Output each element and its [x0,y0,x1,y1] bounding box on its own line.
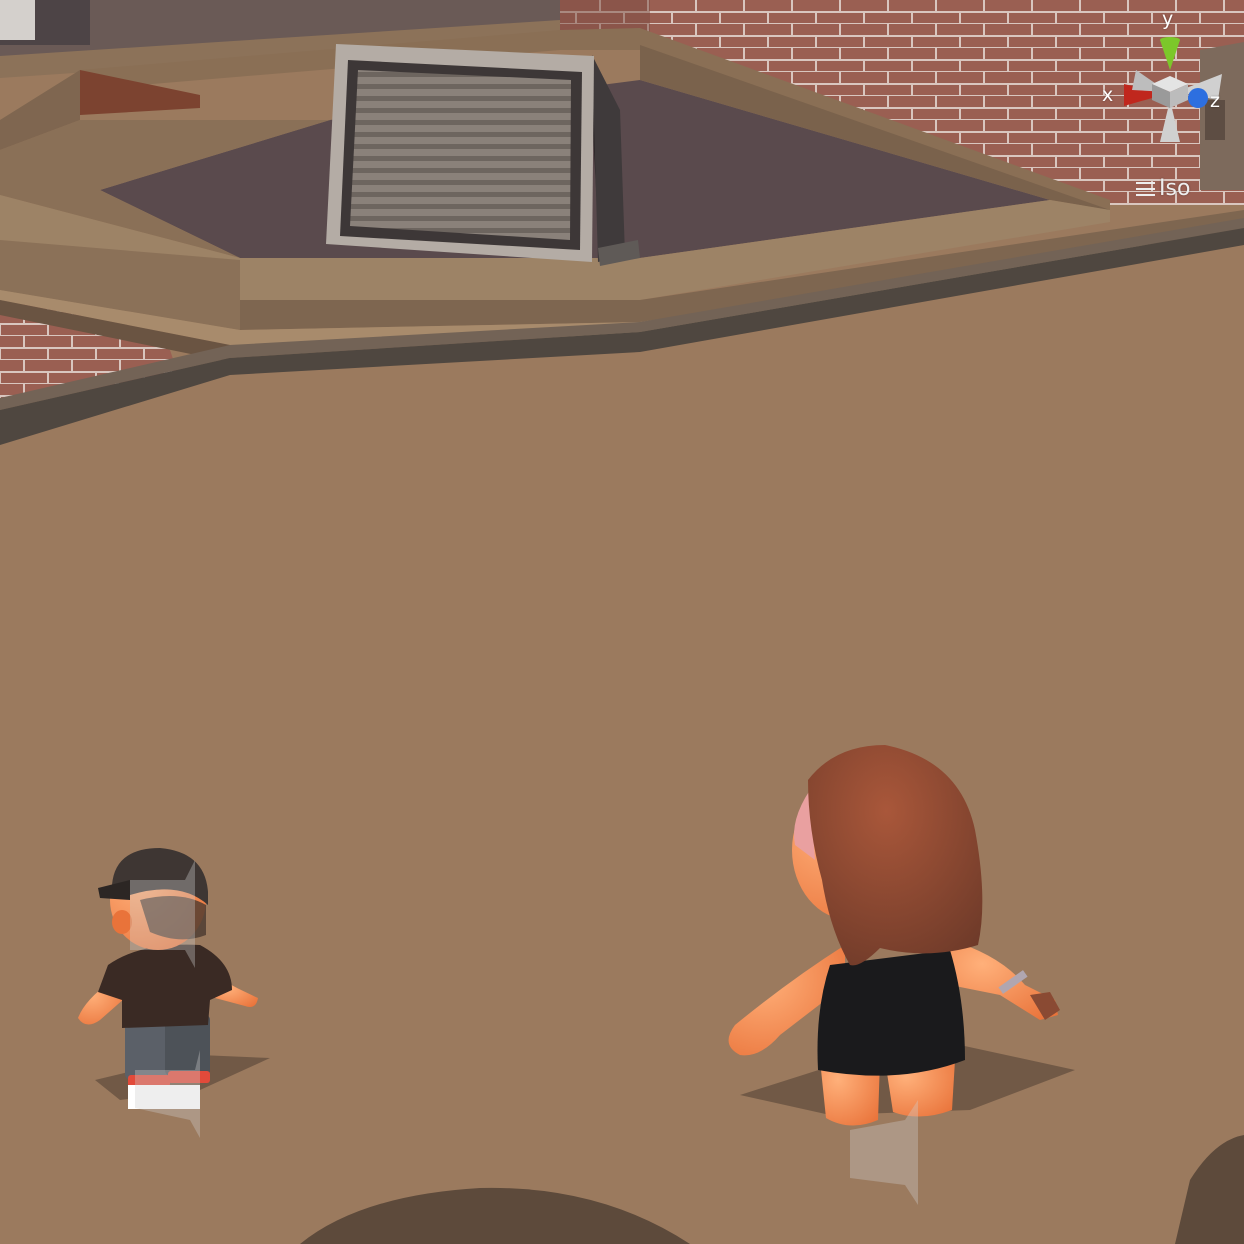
axis-y-cone-base [1160,37,1180,43]
axis-z-sphere[interactable] [1188,88,1208,108]
menu-icon [1136,181,1155,196]
scene-viewport[interactable]: y x z Iso [0,0,1244,1244]
scene-canvas[interactable] [0,0,1244,1244]
character-boy-ear [112,910,132,934]
axis-z-label: z [1210,90,1220,112]
axis-y-label: y [1162,8,1174,30]
ac-unit-grille [350,70,571,240]
axis-y-cone[interactable] [1160,40,1180,70]
projection-toggle[interactable]: Iso [1136,176,1190,201]
roof-block-front [0,0,35,40]
character-girl-dress [817,950,965,1076]
axis-x-label: x [1102,84,1114,106]
projection-label: Iso [1159,176,1191,201]
